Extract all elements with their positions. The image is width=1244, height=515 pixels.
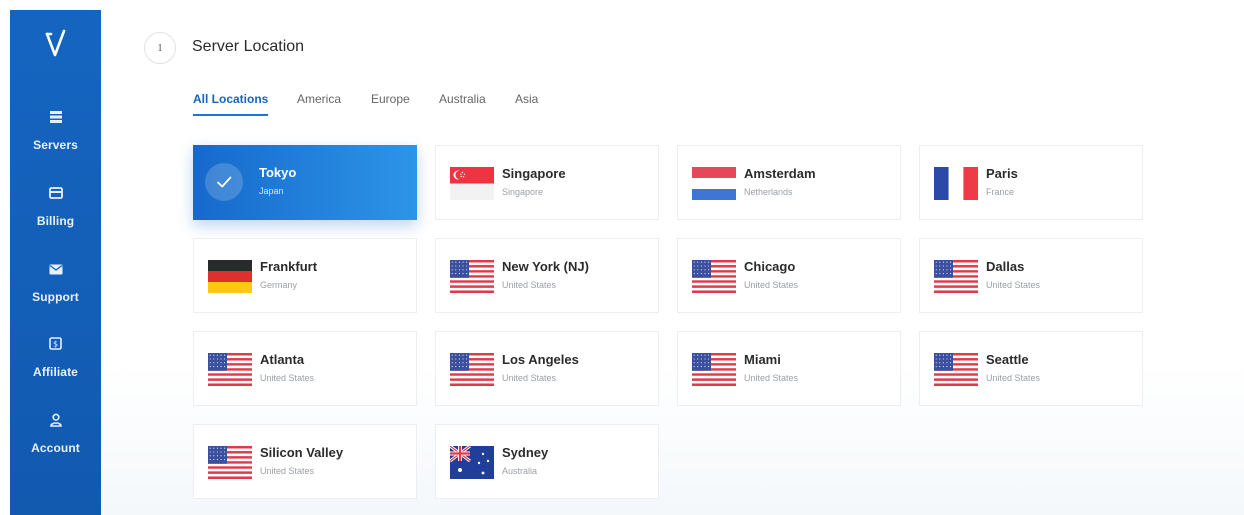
tab-all-locations[interactable]: All Locations (193, 92, 269, 116)
location-country: United States (502, 280, 557, 290)
us-flag-icon (450, 353, 494, 386)
sidebar: Servers Billing Support $ Affiliate Acco… (10, 10, 101, 515)
location-card-dallas[interactable]: Dallas United States (919, 238, 1143, 313)
location-city: Singapore (502, 166, 566, 181)
location-city: Dallas (986, 259, 1025, 274)
location-card-paris[interactable]: Paris France (919, 145, 1143, 220)
us-flag-icon (450, 260, 494, 293)
dollar-icon: $ (10, 337, 101, 357)
location-card-seattle[interactable]: Seattle United States (919, 331, 1143, 406)
sidebar-item-billing[interactable]: Billing (10, 186, 101, 230)
location-card-tokyo[interactable]: Tokyo Japan (193, 145, 417, 220)
location-country: Singapore (502, 187, 544, 197)
location-card-chicago[interactable]: Chicago United States (677, 238, 901, 313)
page-title: Server Location (192, 38, 305, 55)
location-city: Seattle (986, 352, 1029, 367)
check-icon (205, 163, 243, 201)
australia-flag-icon (449, 444, 494, 479)
step-number-badge: 1 (144, 32, 176, 64)
location-card-amsterdam[interactable]: Amsterdam Netherlands (677, 145, 901, 220)
location-country: United States (260, 466, 315, 476)
location-country: Germany (260, 280, 298, 290)
us-flag-icon (208, 353, 252, 386)
us-flag-icon (692, 353, 736, 386)
tab-europe[interactable]: Europe (371, 92, 410, 106)
location-country: Japan (259, 186, 284, 196)
mail-icon (10, 262, 101, 282)
location-country: United States (260, 373, 315, 383)
tab-australia[interactable]: Australia (439, 92, 486, 106)
location-country: Netherlands (744, 187, 793, 197)
location-city: Miami (744, 352, 781, 367)
netherlands-flag-icon (692, 167, 736, 200)
us-flag-icon (934, 353, 978, 386)
location-country: United States (986, 280, 1041, 290)
tab-america[interactable]: America (297, 92, 341, 106)
sidebar-item-label: Affiliate (33, 365, 78, 379)
location-city: Frankfurt (260, 259, 318, 274)
tab-asia[interactable]: Asia (515, 92, 538, 106)
location-card-singapore[interactable]: Singapore Singapore (435, 145, 659, 220)
singapore-flag-icon (450, 167, 494, 200)
card-icon (10, 186, 101, 206)
location-country: France (986, 187, 1015, 197)
svg-text:$: $ (53, 340, 58, 349)
vultr-logo-icon[interactable] (10, 28, 101, 65)
location-city: Silicon Valley (260, 445, 344, 460)
location-city: Amsterdam (744, 166, 816, 181)
location-city: New York (NJ) (502, 259, 589, 274)
france-flag-icon (934, 167, 978, 200)
user-icon (10, 413, 101, 433)
us-flag-icon (208, 446, 252, 479)
location-card-frankfurt[interactable]: Frankfurt Germany (193, 238, 417, 313)
sidebar-item-label: Billing (36, 214, 75, 228)
location-card-sydney[interactable]: Sydney Australia (435, 424, 659, 499)
sidebar-item-affiliate[interactable]: $ Affiliate (10, 337, 101, 381)
location-country: United States (744, 373, 799, 383)
sidebar-item-account[interactable]: Account (10, 413, 101, 457)
main-panel: 1 Server Location All Locations America … (101, 10, 1244, 515)
location-card-silicon-valley[interactable]: Silicon Valley United States (193, 424, 417, 499)
location-card-miami[interactable]: Miami United States (677, 331, 901, 406)
location-country: United States (502, 373, 557, 383)
germany-flag-icon (208, 260, 252, 293)
location-card-new-york[interactable]: New York (NJ) United States (435, 238, 659, 313)
us-flag-icon (934, 260, 978, 293)
location-city: Sydney (502, 445, 549, 460)
location-city: Atlanta (260, 352, 305, 367)
location-city: Los Angeles (502, 352, 579, 367)
sidebar-item-support[interactable]: Support (10, 262, 101, 306)
sidebar-item-label: Servers (33, 138, 78, 152)
sidebar-item-servers[interactable]: Servers (10, 110, 101, 154)
location-country: United States (986, 373, 1041, 383)
location-city: Chicago (744, 259, 796, 274)
location-card-los-angeles[interactable]: Los Angeles United States (435, 331, 659, 406)
location-card-atlanta[interactable]: Atlanta United States (193, 331, 417, 406)
sidebar-item-label: Account (31, 441, 80, 455)
location-city: Paris (986, 166, 1018, 181)
location-country: United States (744, 280, 799, 290)
us-flag-icon (692, 260, 736, 293)
location-country: Australia (502, 466, 538, 476)
sidebar-item-label: Support (32, 290, 79, 304)
server-icon (10, 110, 101, 130)
location-city: Tokyo (259, 165, 297, 180)
